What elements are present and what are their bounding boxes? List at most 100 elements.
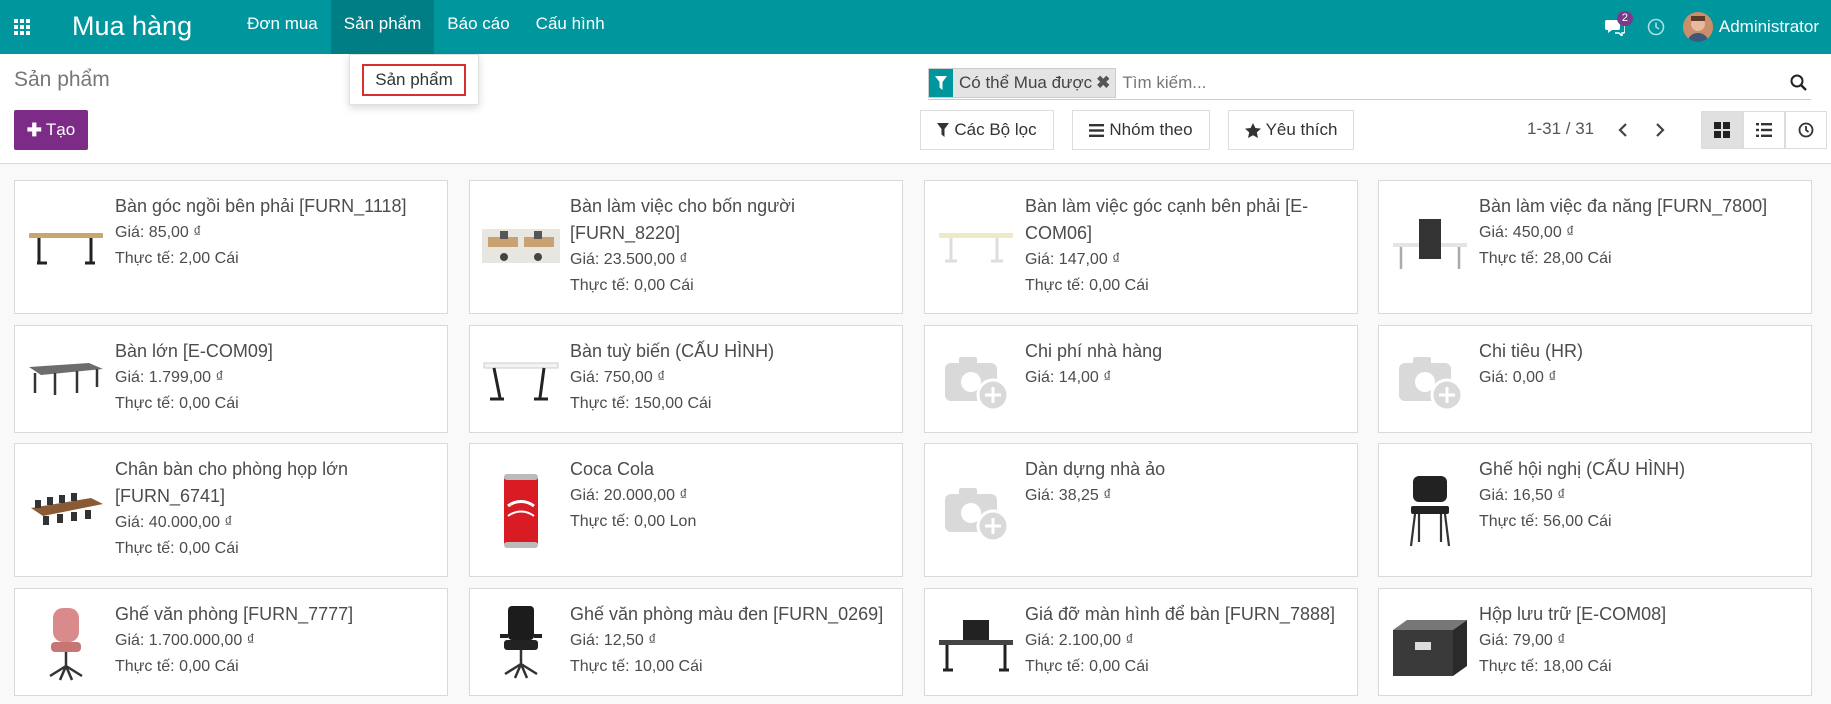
menu-item-purchase-orders[interactable]: Đơn mua bbox=[234, 0, 331, 54]
top-navbar: Mua hàng Đơn mua Sản phẩm Báo cáo Cấu hì… bbox=[0, 0, 1831, 54]
product-card[interactable]: Bàn làm việc góc cạnh bên phải [E-COM06]… bbox=[924, 180, 1358, 314]
search-facet: Có thể Mua được ✖ bbox=[928, 67, 1117, 98]
search-icon[interactable] bbox=[1785, 74, 1811, 91]
chevron-left-icon bbox=[1618, 123, 1627, 137]
product-name: Giá đỡ màn hình để bàn [FURN_7888] bbox=[1025, 604, 1335, 624]
product-details: Bàn làm việc góc cạnh bên phải [E-COM06]… bbox=[1025, 193, 1347, 299]
filter-icon bbox=[929, 68, 953, 97]
product-details: Coca Cola Giá: 20.000,00 ₫ Thực tế: 0,00 L… bbox=[570, 456, 892, 535]
product-image bbox=[25, 602, 107, 684]
product-on-hand-qty: Thực tế: 0,00 Cái bbox=[570, 277, 694, 294]
list-view-button[interactable] bbox=[1743, 111, 1785, 149]
product-image bbox=[480, 470, 562, 552]
menu-item-reports[interactable]: Báo cáo bbox=[434, 0, 522, 54]
dropdown-item-products[interactable]: Sản phẩm bbox=[362, 64, 466, 96]
kanban-view-button[interactable] bbox=[1701, 111, 1743, 149]
product-price: Giá: 14,00 ₫ bbox=[1025, 369, 1112, 386]
product-price: Giá: 2.100,00 ₫ bbox=[1025, 632, 1134, 649]
search-input[interactable] bbox=[1122, 72, 1785, 93]
product-on-hand-qty: Thực tế: 0,00 Cái bbox=[115, 540, 239, 557]
product-card[interactable]: Bàn làm việc đa năng [FURN_7800] Giá: 450… bbox=[1378, 180, 1812, 314]
product-card[interactable]: Chân bàn cho phòng họp lớn [FURN_6741] Gi… bbox=[14, 443, 448, 577]
product-on-hand-qty: Thực tế: 2,00 Cái bbox=[115, 250, 239, 267]
product-on-hand-qty: Thực tế: 0,00 Cái bbox=[1025, 277, 1149, 294]
product-details: Bàn tuỳ biến (CẤU HÌNH) Giá: 750,00 ₫ Thực… bbox=[570, 338, 892, 417]
user-name: Administrator bbox=[1718, 17, 1819, 36]
product-price: Giá: 85,00 ₫ bbox=[115, 224, 202, 241]
menu-item-configuration[interactable]: Cấu hình bbox=[523, 0, 618, 54]
product-name: Hộp lưu trữ [E-COM08] bbox=[1479, 604, 1667, 624]
facet-remove-icon[interactable]: ✖ bbox=[1096, 73, 1115, 93]
product-card[interactable]: Hộp lưu trữ [E-COM08] Giá: 79,00 ₫ Thực tế… bbox=[1378, 588, 1812, 696]
product-card[interactable]: Bàn góc ngồi bên phải [FURN_1118] Giá: 85… bbox=[14, 180, 448, 314]
product-details: Bàn lớn [E-COM09] Giá: 1.799,00 ₫ Thực tế:… bbox=[115, 338, 437, 417]
product-on-hand-qty: Thực tế: 150,00 Cái bbox=[570, 395, 712, 412]
product-name: Chi phí nhà hàng bbox=[1025, 341, 1163, 361]
product-details: Chi tiêu (HR) Giá: 0,00 ₫ bbox=[1479, 338, 1801, 391]
product-image bbox=[935, 207, 1017, 289]
product-card[interactable]: Ghế hội nghị (CẤU HÌNH) Giá: 16,50 ₫ Thực … bbox=[1378, 443, 1812, 577]
bars-icon bbox=[1089, 123, 1105, 137]
product-image bbox=[25, 207, 107, 289]
product-price: Giá: 79,00 ₫ bbox=[1479, 632, 1566, 649]
product-price: Giá: 40.000,00 ₫ bbox=[115, 514, 233, 531]
avatar bbox=[1682, 12, 1713, 42]
product-name: Chân bàn cho phòng họp lớn [FURN_6741] bbox=[115, 459, 348, 506]
product-on-hand-qty: Thực tế: 0,00 Cái bbox=[115, 395, 239, 412]
apps-menu-icon[interactable] bbox=[0, 0, 44, 54]
product-price: Giá: 12,50 ₫ bbox=[570, 632, 657, 649]
filters-button[interactable]: Các Bộ lọc bbox=[920, 110, 1054, 150]
activity-button[interactable] bbox=[1635, 0, 1677, 54]
product-price: Giá: 1.700.000,00 ₫ bbox=[115, 632, 255, 649]
product-card[interactable]: Ghế văn phòng màu đen [FURN_0269] Giá: 12… bbox=[469, 588, 903, 696]
product-name: Ghế văn phòng màu đen [FURN_0269] bbox=[570, 604, 884, 624]
user-menu[interactable]: Administrator bbox=[1677, 0, 1831, 54]
messaging-button[interactable]: 2 bbox=[1595, 0, 1635, 54]
menu-item-products[interactable]: Sản phẩm bbox=[330, 0, 435, 54]
product-card[interactable]: Chi tiêu (HR) Giá: 0,00 ₫ bbox=[1378, 325, 1812, 433]
product-card[interactable]: Coca Cola Giá: 20.000,00 ₫ Thực tế: 0,00 L… bbox=[469, 443, 903, 577]
product-card[interactable]: Bàn lớn [E-COM09] Giá: 1.799,00 ₫ Thực tế:… bbox=[14, 325, 448, 433]
product-card[interactable]: Bàn tuỳ biến (CẤU HÌNH) Giá: 750,00 ₫ Thực… bbox=[469, 325, 903, 433]
product-name: Ghế hội nghị (CẤU HÌNH) bbox=[1479, 459, 1686, 479]
product-details: Ghế hội nghị (CẤU HÌNH) Giá: 16,50 ₫ Thực … bbox=[1479, 456, 1801, 535]
product-card[interactable]: Bàn làm việc cho bốn người [FURN_8220] Gi… bbox=[469, 180, 903, 314]
product-details: Dàn dựng nhà ảo Giá: 38,25 ₫ bbox=[1025, 456, 1347, 509]
pager-value[interactable]: 1-31 / 31 bbox=[1527, 119, 1594, 139]
activity-view-button[interactable] bbox=[1785, 111, 1827, 149]
favorites-button[interactable]: Yêu thích bbox=[1228, 110, 1354, 150]
product-name: Bàn làm việc đa năng [FURN_7800] bbox=[1479, 196, 1768, 216]
app-title[interactable]: Mua hàng bbox=[44, 0, 214, 54]
product-name: Chi tiêu (HR) bbox=[1479, 341, 1584, 361]
product-price: Giá: 147,00 ₫ bbox=[1025, 251, 1121, 268]
product-card[interactable]: Ghế văn phòng [FURN_7777] Giá: 1.700.000,… bbox=[14, 588, 448, 696]
product-price: Giá: 750,00 ₫ bbox=[570, 369, 666, 386]
product-name: Coca Cola bbox=[570, 459, 655, 479]
product-details: Bàn góc ngồi bên phải [FURN_1118] Giá: 85… bbox=[115, 193, 437, 272]
pager-previous-button[interactable] bbox=[1613, 118, 1633, 142]
image-placeholder-icon bbox=[935, 339, 1017, 421]
image-placeholder-icon bbox=[935, 470, 1017, 552]
product-details: Ghế văn phòng [FURN_7777] Giá: 1.700.000,… bbox=[115, 601, 437, 680]
product-price: Giá: 0,00 ₫ bbox=[1479, 369, 1557, 386]
kanban-icon bbox=[1714, 122, 1730, 138]
create-button[interactable]: ✚ Tạo bbox=[14, 110, 88, 150]
list-icon bbox=[1756, 123, 1772, 137]
product-details: Bàn làm việc cho bốn người [FURN_8220] Gi… bbox=[570, 193, 892, 299]
product-price: Giá: 450,00 ₫ bbox=[1479, 224, 1575, 241]
product-on-hand-qty: Thực tế: 10,00 Cái bbox=[570, 658, 703, 675]
product-card[interactable]: Dàn dựng nhà ảo Giá: 38,25 ₫ bbox=[924, 443, 1358, 577]
product-details: Hộp lưu trữ [E-COM08] Giá: 79,00 ₫ Thực tế… bbox=[1479, 601, 1801, 680]
pager-next-button[interactable] bbox=[1650, 118, 1670, 142]
product-image bbox=[480, 339, 562, 421]
product-details: Chân bàn cho phòng họp lớn [FURN_6741] Gi… bbox=[115, 456, 437, 562]
product-card[interactable]: Chi phí nhà hàng Giá: 14,00 ₫ bbox=[924, 325, 1358, 433]
product-image bbox=[1389, 207, 1471, 289]
product-price: Giá: 38,25 ₫ bbox=[1025, 487, 1112, 504]
product-name: Bàn tuỳ biến (CẤU HÌNH) bbox=[570, 341, 775, 361]
group-by-label: Nhóm theo bbox=[1109, 120, 1193, 139]
star-icon bbox=[1244, 122, 1261, 138]
product-card[interactable]: Giá đỡ màn hình để bàn [FURN_7888] Giá: 2… bbox=[924, 588, 1358, 696]
product-image bbox=[1389, 602, 1471, 684]
group-by-button[interactable]: Nhóm theo bbox=[1072, 110, 1210, 150]
